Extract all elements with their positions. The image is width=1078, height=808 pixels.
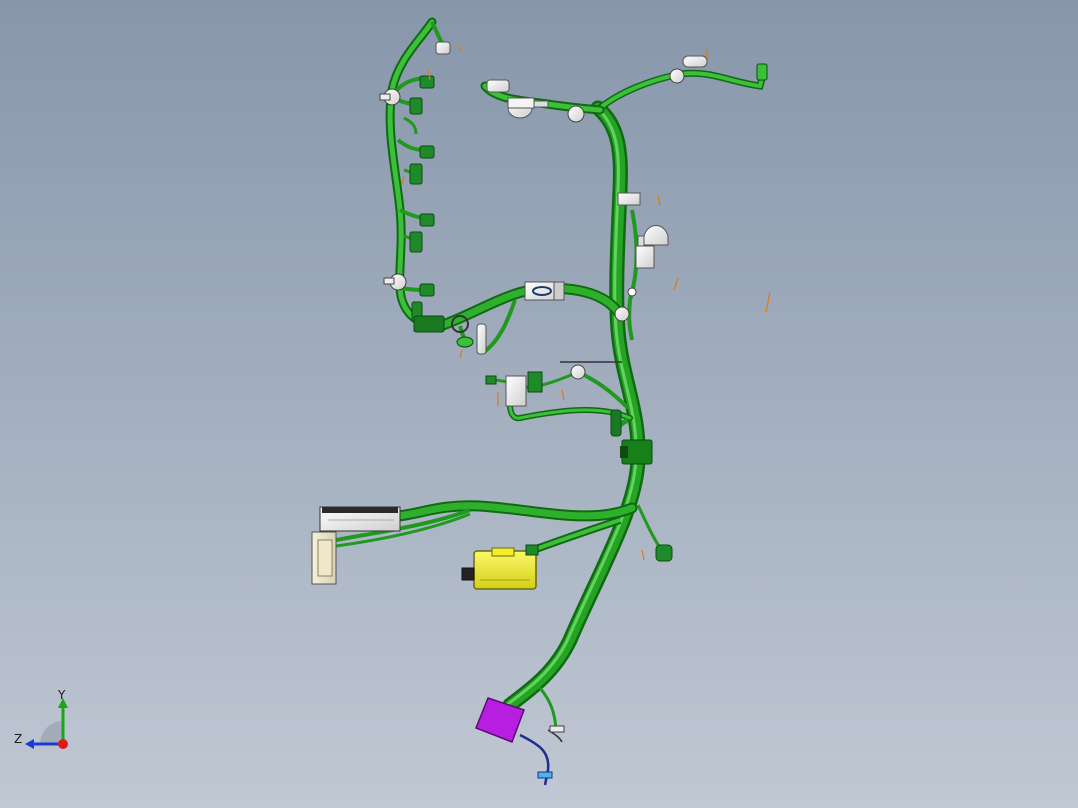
clip[interactable] — [567, 105, 585, 123]
connector-green[interactable] — [419, 213, 435, 227]
connector-white-top-left[interactable] — [435, 41, 451, 55]
connector-cream[interactable] — [311, 531, 337, 585]
connector-green[interactable] — [409, 163, 423, 185]
connector-green[interactable] — [409, 231, 423, 253]
connector-green[interactable] — [419, 75, 435, 89]
connector-white-tube[interactable] — [476, 323, 487, 355]
connector-green[interactable] — [456, 336, 474, 348]
sensor-cluster[interactable] — [485, 361, 622, 437]
harness-branch-bottom[interactable] — [519, 687, 563, 786]
clip[interactable] — [627, 287, 637, 297]
harness-model[interactable] — [0, 0, 1078, 808]
dimension-marks — [401, 45, 771, 561]
z-axis-label: Z — [14, 732, 22, 746]
left-connector-column[interactable] — [409, 75, 474, 348]
connector-green[interactable] — [655, 544, 673, 562]
clip[interactable] — [570, 364, 586, 380]
connector-green[interactable] — [419, 283, 435, 297]
coordinate-triad: Y Z — [14, 688, 68, 749]
ecu-module-yellow[interactable] — [461, 544, 539, 590]
clip[interactable] — [614, 306, 630, 322]
connector-green[interactable] — [419, 145, 435, 159]
bottom-fittings[interactable] — [537, 725, 565, 779]
connector-green[interactable] — [409, 97, 423, 115]
trunk-band — [620, 439, 653, 465]
cad-3d-viewport[interactable]: Y Z — [0, 0, 1078, 808]
connector-middle-block[interactable] — [524, 281, 565, 301]
ecu-connector-white[interactable] — [319, 506, 401, 532]
connector-green[interactable] — [413, 315, 445, 333]
x-axis-dot — [58, 739, 68, 749]
harness-sub-wire[interactable] — [627, 209, 639, 341]
clip[interactable] — [669, 68, 685, 84]
y-axis-label: Y — [57, 688, 66, 702]
